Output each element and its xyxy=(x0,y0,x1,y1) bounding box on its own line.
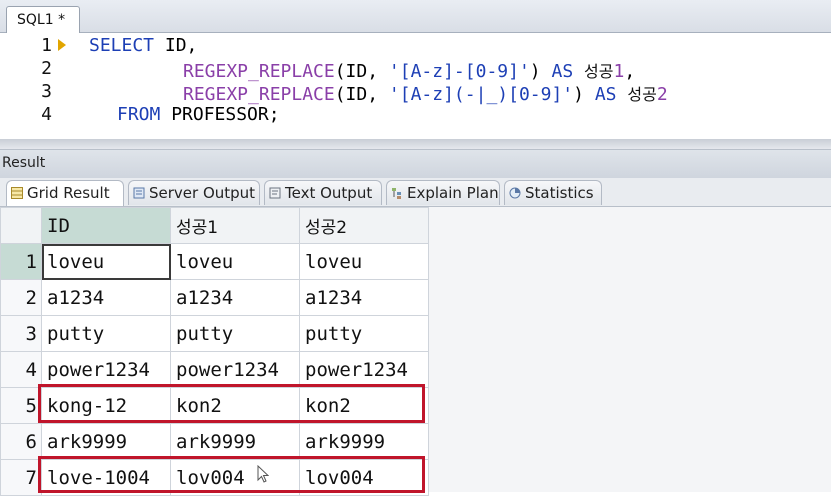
column-header-success1[interactable]: 성공1 xyxy=(170,207,300,244)
code-text: PROFESSOR; xyxy=(160,104,280,125)
grid-cell[interactable]: a1234 xyxy=(170,279,300,316)
grid-cell[interactable]: power1234 xyxy=(41,351,171,388)
table-row[interactable]: 1 loveu loveu loveu xyxy=(0,243,429,280)
code-text: ) xyxy=(529,61,552,82)
explain-plan-icon xyxy=(392,188,401,199)
result-panel-title: Result xyxy=(2,155,46,171)
line-number: 1 xyxy=(41,35,52,56)
grid-cell[interactable]: power1234 xyxy=(299,351,429,388)
table-row[interactable]: 4 power1234 power1234 power1234 xyxy=(0,351,429,388)
code-line-4: FROM PROFESSOR; xyxy=(117,104,280,125)
grid-cell[interactable]: love-1004 xyxy=(41,459,171,496)
table-row[interactable]: 7 love-1004 lov004 lov004 xyxy=(0,459,429,496)
column-header-success2[interactable]: 성공2 xyxy=(299,207,429,244)
tab-label: Text Output xyxy=(285,184,373,202)
code-text: , xyxy=(624,61,636,82)
tab-text-output[interactable]: Text Output xyxy=(264,180,382,205)
grid-cell[interactable]: kon2 xyxy=(170,387,300,424)
code-line-3: REGEXP_REPLACE(ID, '[A-z](-|_)[0-9]') AS… xyxy=(183,81,668,105)
grid-cell[interactable]: putty xyxy=(41,315,171,352)
editor-tab-strip: SQL1 * xyxy=(0,0,831,33)
code-text: ID, xyxy=(154,35,198,56)
line-number: 4 xyxy=(41,104,52,125)
code-line-1: SELECT ID, xyxy=(89,35,197,56)
alias-korean: 성공 xyxy=(627,85,657,104)
grid-cell[interactable]: loveu xyxy=(170,243,300,280)
tab-label: Explain Plan xyxy=(407,184,499,202)
row-number[interactable]: 2 xyxy=(0,279,42,316)
result-grid-area: ID 성공1 성공2 1 loveu loveu loveu 2 a1234 a… xyxy=(0,207,831,496)
current-statement-arrow-icon xyxy=(58,39,66,51)
grid-cell[interactable]: kon2 xyxy=(299,387,429,424)
tab-label: Server Output xyxy=(149,184,256,202)
grid-cell[interactable]: ark9999 xyxy=(299,423,429,460)
row-number[interactable]: 7 xyxy=(0,459,42,496)
tab-label: Grid Result xyxy=(27,184,110,202)
keyword-as: AS xyxy=(551,61,574,82)
grid-cell[interactable]: putty xyxy=(299,315,429,352)
grid-cell[interactable]: lov004 xyxy=(170,459,300,496)
tab-explain-plan[interactable]: Explain Plan xyxy=(386,180,500,205)
code-text: (ID, xyxy=(334,84,389,105)
line-number: 3 xyxy=(41,81,52,102)
regex-pattern: '[A-z](-|_)[0-9]' xyxy=(388,84,574,105)
grid-cell[interactable]: power1234 xyxy=(170,351,300,388)
tab-server-output[interactable]: Server Output xyxy=(128,180,260,205)
row-number[interactable]: 1 xyxy=(0,243,42,280)
grid-cell[interactable]: loveu xyxy=(299,243,429,280)
keyword-select: SELECT xyxy=(89,35,155,56)
grid-corner[interactable] xyxy=(0,207,42,244)
grid-cell[interactable]: ark9999 xyxy=(41,423,171,460)
function-name: REGEXP_REPLACE xyxy=(183,61,335,82)
row-number[interactable]: 4 xyxy=(0,351,42,388)
tab-label: Statistics xyxy=(525,184,594,202)
table-row[interactable]: 5 kong-12 kon2 kon2 xyxy=(0,387,429,424)
grid-cell[interactable]: ark9999 xyxy=(170,423,300,460)
grid-cell[interactable]: a1234 xyxy=(299,279,429,316)
row-number[interactable]: 3 xyxy=(0,315,42,352)
result-panel-header: Result xyxy=(0,149,831,178)
row-number[interactable]: 5 xyxy=(0,387,42,424)
mouse-pointer-icon xyxy=(257,465,269,483)
keyword-as: AS xyxy=(594,84,617,105)
grid-cell[interactable]: loveu xyxy=(41,243,171,280)
grid-cell[interactable]: putty xyxy=(170,315,300,352)
code-line-2: REGEXP_REPLACE(ID, '[A-z]-[0-9]') AS 성공1… xyxy=(183,58,635,82)
tab-statistics[interactable]: Statistics xyxy=(504,180,602,205)
grid-cell[interactable]: kong-12 xyxy=(41,387,171,424)
sql-editor[interactable]: 1 2 3 4 SELECT ID, REGEXP_REPLACE(ID, '[… xyxy=(0,33,831,139)
text-output-icon xyxy=(269,187,281,199)
panel-splitter[interactable] xyxy=(0,139,831,149)
code-text: ) xyxy=(573,84,595,105)
regex-pattern: '[A-z]-[0-9]' xyxy=(388,61,530,82)
result-tabs: Grid Result Server Output Text Output Ex… xyxy=(0,178,831,207)
alias-number: 2 xyxy=(656,84,668,105)
grid-cell[interactable]: lov004 xyxy=(299,459,429,496)
table-row[interactable]: 2 a1234 a1234 a1234 xyxy=(0,279,429,316)
tab-grid-result[interactable]: Grid Result xyxy=(6,180,124,206)
line-number: 2 xyxy=(41,58,52,79)
column-header-id[interactable]: ID xyxy=(41,207,171,244)
grid-cell[interactable]: a1234 xyxy=(41,279,171,316)
server-output-icon xyxy=(133,187,145,199)
result-grid: ID 성공1 성공2 1 loveu loveu loveu 2 a1234 a… xyxy=(0,207,429,496)
table-row[interactable]: 3 putty putty putty xyxy=(0,315,429,352)
statistics-icon xyxy=(509,187,521,199)
table-row[interactable]: 6 ark9999 ark9999 ark9999 xyxy=(0,423,429,460)
function-name: REGEXP_REPLACE xyxy=(183,84,335,105)
grid-icon xyxy=(11,187,23,199)
grid-header-row: ID 성공1 성공2 xyxy=(0,207,429,244)
line-number-gutter: 1 2 3 4 xyxy=(0,33,70,139)
alias-korean: 성공 xyxy=(584,62,614,81)
keyword-from: FROM xyxy=(117,104,161,125)
alias-number: 1 xyxy=(613,61,625,82)
editor-tab-sql1[interactable]: SQL1 * xyxy=(6,6,81,33)
row-number[interactable]: 6 xyxy=(0,423,42,460)
code-text: (ID, xyxy=(334,61,389,82)
